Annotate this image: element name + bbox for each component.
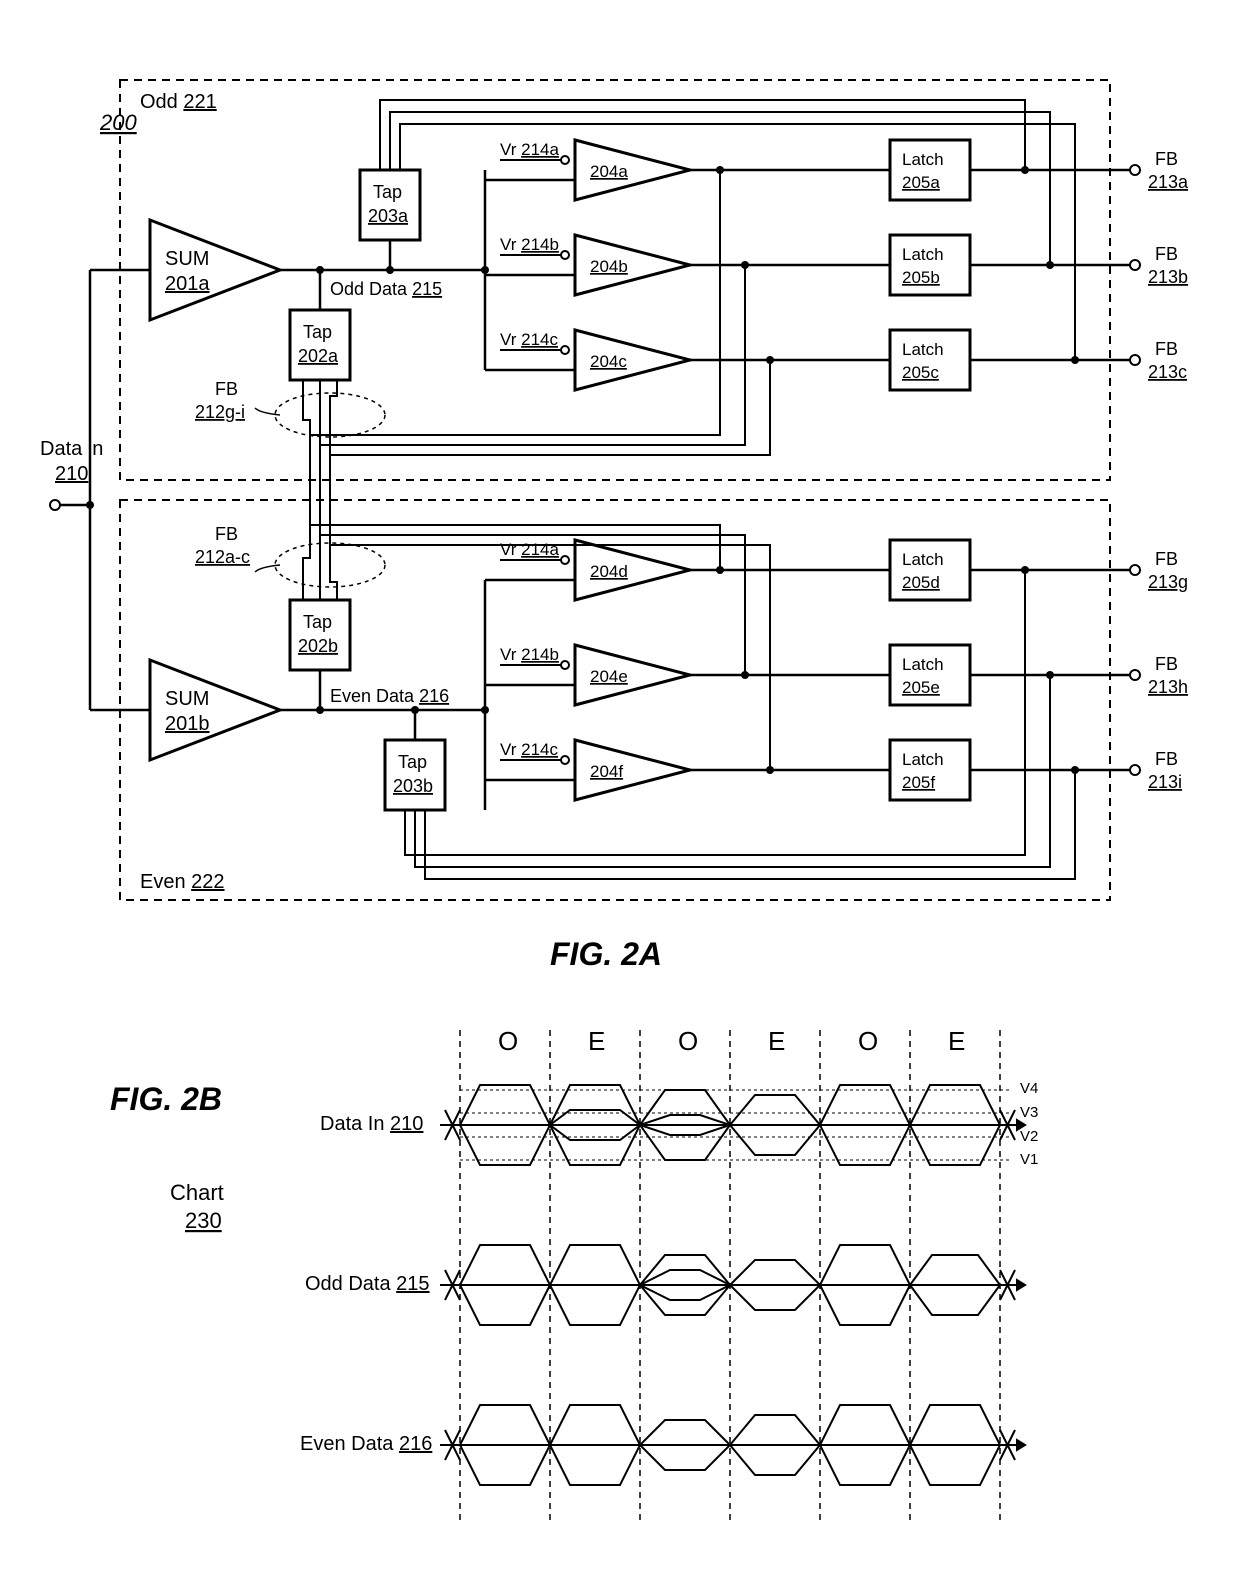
comp-204d-ref: 204d (590, 562, 628, 581)
data-in-row-label: Data In 210 (320, 1113, 423, 1135)
comp-204c-ref: 204c (590, 352, 627, 371)
fig-2b-chart: FIG. 2B Chart 230 O E O E O E Data In 21… (20, 980, 1220, 1540)
fig-2b-title: FIG. 2B (110, 1081, 222, 1117)
latch-205e-ref: 205e (902, 678, 940, 697)
tap-203b-label: Tap (398, 752, 427, 772)
fb-213h-label: FB (1155, 654, 1178, 674)
svg-text:Latch: Latch (902, 340, 944, 359)
fb-213h-ref: 213h (1148, 677, 1188, 697)
tap-203a-ref: 203a (368, 206, 409, 226)
fig-2a-diagram: 200 Odd 221 Even 222 Data in 210 SUM 201… (20, 20, 1220, 980)
sum-b-ref: 201b (165, 713, 210, 735)
even-data-row-label: Even Data 216 (300, 1433, 432, 1455)
tap-202b-ref: 202b (298, 636, 338, 656)
tap-202b-block (290, 600, 350, 670)
odd-label: Odd 221 (140, 91, 217, 113)
fb-213g-label: FB (1155, 549, 1178, 569)
even-data-eye (440, 1405, 1025, 1485)
tap-202a-block (290, 310, 350, 380)
svg-text:Latch: Latch (902, 750, 944, 769)
col-o-3: O (858, 1026, 878, 1056)
odd-data-label: Odd Data 215 (330, 279, 442, 299)
sum-a-ref: 201a (165, 273, 210, 295)
odd-data-eye (440, 1245, 1025, 1325)
vr-c-label-1: Vr 214c (500, 330, 558, 349)
v4-label: V4 (1020, 1080, 1038, 1097)
comp-204b-ref: 204b (590, 257, 628, 276)
comp-204e-ref: 204e (590, 667, 628, 686)
data-in-label: Data in (40, 438, 103, 460)
fb-212ac-label: FB (215, 524, 238, 544)
fb-212ac-ref: 212a-c (195, 547, 250, 567)
even-label: Even 222 (140, 871, 225, 893)
data-in-ref: 210 (55, 463, 88, 485)
fb-212gi-label: FB (215, 379, 238, 399)
fb-213c-ref: 213c (1148, 362, 1187, 382)
latch-205a-ref: 205a (902, 173, 940, 192)
col-o-1: O (498, 1026, 518, 1056)
tap-203a-block (360, 170, 420, 240)
sum-b-label: SUM (165, 688, 209, 710)
fb-213g-ref: 213g (1148, 572, 1188, 592)
latch-205f-ref: 205f (902, 773, 935, 792)
vr-a-label-2: Vr 214a (500, 540, 559, 559)
tap-202a-label: Tap (303, 322, 332, 342)
fb-213i-ref: 213i (1148, 772, 1182, 792)
vr-a-label-1: Vr 214a (500, 140, 559, 159)
latch-205d-ref: 205d (902, 573, 940, 592)
data-in-terminal-icon (50, 500, 60, 510)
sum-a-label: SUM (165, 248, 209, 270)
col-e-3: E (948, 1026, 965, 1056)
fb-213b-ref: 213b (1148, 267, 1188, 287)
chart-ref: 230 (185, 1208, 222, 1233)
tap-203b-block (385, 740, 445, 810)
v3-label: V3 (1020, 1104, 1038, 1121)
fb-213c-label: FB (1155, 339, 1178, 359)
even-data-label: Even Data 216 (330, 686, 449, 706)
svg-text:Latch: Latch (902, 150, 944, 169)
col-o-2: O (678, 1026, 698, 1056)
vr-b-label-2: Vr 214b (500, 645, 559, 664)
latch-205b-ref: 205b (902, 268, 940, 287)
vr-b-label-1: Vr 214b (500, 235, 559, 254)
sum-a-amp-icon (150, 220, 280, 320)
svg-text:Latch: Latch (902, 550, 944, 569)
fb-213a-ref: 213a (1148, 172, 1189, 192)
comp-204f-ref: 204f (590, 762, 623, 781)
tap-203a-label: Tap (373, 182, 402, 202)
fig-2a-title: FIG. 2A (550, 936, 662, 972)
tap-202b-label: Tap (303, 612, 332, 632)
tap-202a-ref: 202a (298, 346, 339, 366)
sum-b-amp-icon (150, 660, 280, 760)
svg-text:Latch: Latch (902, 245, 944, 264)
tap-203b-ref: 203b (393, 776, 433, 796)
fb-212gi-ref: 212g-i (195, 402, 245, 422)
fb-213b-label: FB (1155, 244, 1178, 264)
v1-label: V1 (1020, 1151, 1038, 1168)
odd-data-row-label: Odd Data 215 (305, 1273, 430, 1295)
col-e-1: E (588, 1026, 605, 1056)
svg-text:Latch: Latch (902, 655, 944, 674)
vr-c-label-2: Vr 214c (500, 740, 558, 759)
comp-204a-ref: 204a (590, 162, 628, 181)
fb-213i-label: FB (1155, 749, 1178, 769)
latch-205c-ref: 205c (902, 363, 939, 382)
chart-label: Chart (170, 1180, 224, 1205)
fb-213a-label: FB (1155, 149, 1178, 169)
data-in-eye (440, 1085, 1025, 1165)
col-e-2: E (768, 1026, 785, 1056)
v2-label: V2 (1020, 1128, 1038, 1145)
circuit-ref: 200 (99, 110, 137, 135)
